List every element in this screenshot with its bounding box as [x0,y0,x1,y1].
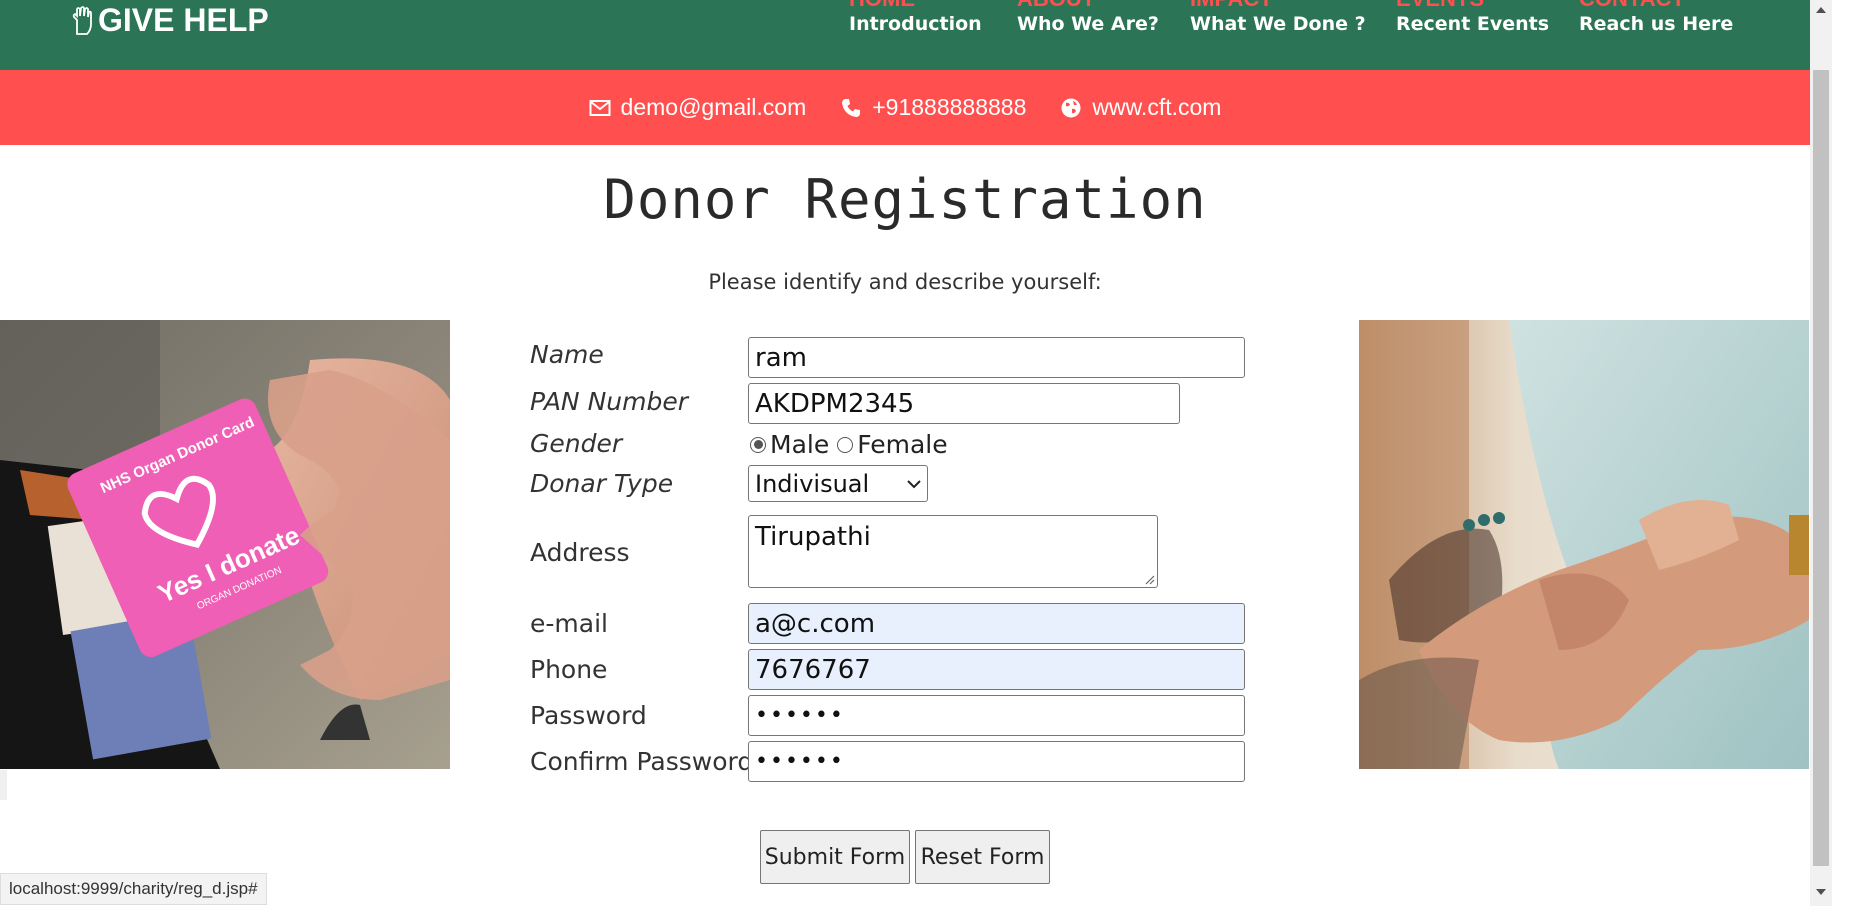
name-label: Name [530,340,604,369]
address-textarea[interactable]: Tirupathi [748,515,1158,588]
caret-down-icon [1816,889,1826,895]
nav-label: Recent Events [1396,13,1550,35]
nav-label-top: CONTACT [1579,0,1685,12]
envelope-icon [589,99,611,116]
email-input[interactable]: a@c.com [748,603,1245,644]
contact-phone[interactable]: +91888888888 [840,94,1026,121]
page-title: Donor Registration [603,168,1207,231]
reset-button[interactable]: Reset Form [915,830,1050,884]
scroll-indicator [0,770,7,800]
gender-female-radio[interactable] [837,436,854,453]
scroll-up-arrow[interactable] [1810,0,1832,20]
nav-label-top: IMPACT [1190,0,1273,12]
phone-icon [842,98,861,117]
phone-value: 7676767 [755,654,871,685]
password-value: •••••• [755,703,845,728]
scroll-down-arrow[interactable] [1810,882,1832,902]
status-bar-url: localhost:9999/charity/reg_d.jsp# [0,873,267,905]
holding-hands-photo [1359,320,1809,769]
nav-label: What We Done ? [1190,13,1366,35]
address-value: Tirupathi [755,522,871,552]
gender-radio-group: Male Female [748,430,954,459]
hand-icon [72,5,92,35]
gender-male-label: Male [770,430,830,459]
name-input[interactable]: ram [748,337,1245,378]
phone-input[interactable]: 7676767 [748,649,1245,690]
phone-label: Phone [530,655,608,684]
nav-label: Introduction [849,13,982,35]
globe-icon [1061,98,1081,117]
contact-email[interactable]: demo@gmail.com [589,94,807,121]
donor-type-value: Indivisual [755,469,870,498]
submit-button[interactable]: Submit Form [760,830,910,884]
contact-phone-text: +91888888888 [872,94,1027,120]
scrollbar-thumb[interactable] [1813,70,1829,866]
password-label: Password [530,701,647,730]
pan-input[interactable]: AKDPM2345 [748,383,1180,424]
gender-female-label: Female [857,430,948,459]
donor-type-label: Donar Type [530,469,674,498]
password-input[interactable]: •••••• [748,695,1245,736]
email-value: a@c.com [755,608,876,639]
name-value: ram [755,342,807,373]
caret-up-icon [1816,7,1826,13]
organ-donor-card-photo: NHS Organ Donor Card Yes I donate ORGAN … [0,320,450,769]
address-label: Address [530,538,630,567]
nav-label: Who We Are? [1017,13,1159,35]
contact-bar: demo@gmail.com +91888888888 www.cft.com [0,70,1810,145]
email-label: e-mail [530,609,608,638]
window-margin [1832,0,1854,906]
nav-label-top: ABOUT [1017,0,1095,12]
nav-label: Reach us Here [1579,13,1734,35]
page: GIVE HELP HOME Introduction ABOUT Who We… [0,0,1810,906]
donor-type-select[interactable]: Indivisual [748,465,928,502]
contact-email-text: demo@gmail.com [620,94,807,120]
site-logo[interactable]: GIVE HELP [70,2,269,39]
contact-website-text: www.cft.com [1092,94,1222,120]
top-navbar: GIVE HELP HOME Introduction ABOUT Who We… [0,0,1810,70]
confirm-password-label: Confirm Password [530,747,754,776]
nav-label-top: HOME [849,0,915,12]
confirm-password-input[interactable]: •••••• [748,741,1245,782]
gender-male-radio[interactable] [750,436,766,453]
confirm-password-value: •••••• [755,749,845,774]
nav-label-top: EVENTS [1396,0,1484,12]
page-subtitle: Please identify and describe yourself: [708,270,1102,294]
vertical-scrollbar[interactable] [1810,0,1832,906]
pan-label: PAN Number [530,387,689,416]
gender-label: Gender [530,429,623,458]
contact-website[interactable]: www.cft.com [1060,94,1221,121]
chevron-down-icon [907,479,921,488]
logo-text: GIVE HELP [98,2,269,38]
resize-grip-icon[interactable] [1143,573,1155,585]
pan-value: AKDPM2345 [755,388,915,419]
